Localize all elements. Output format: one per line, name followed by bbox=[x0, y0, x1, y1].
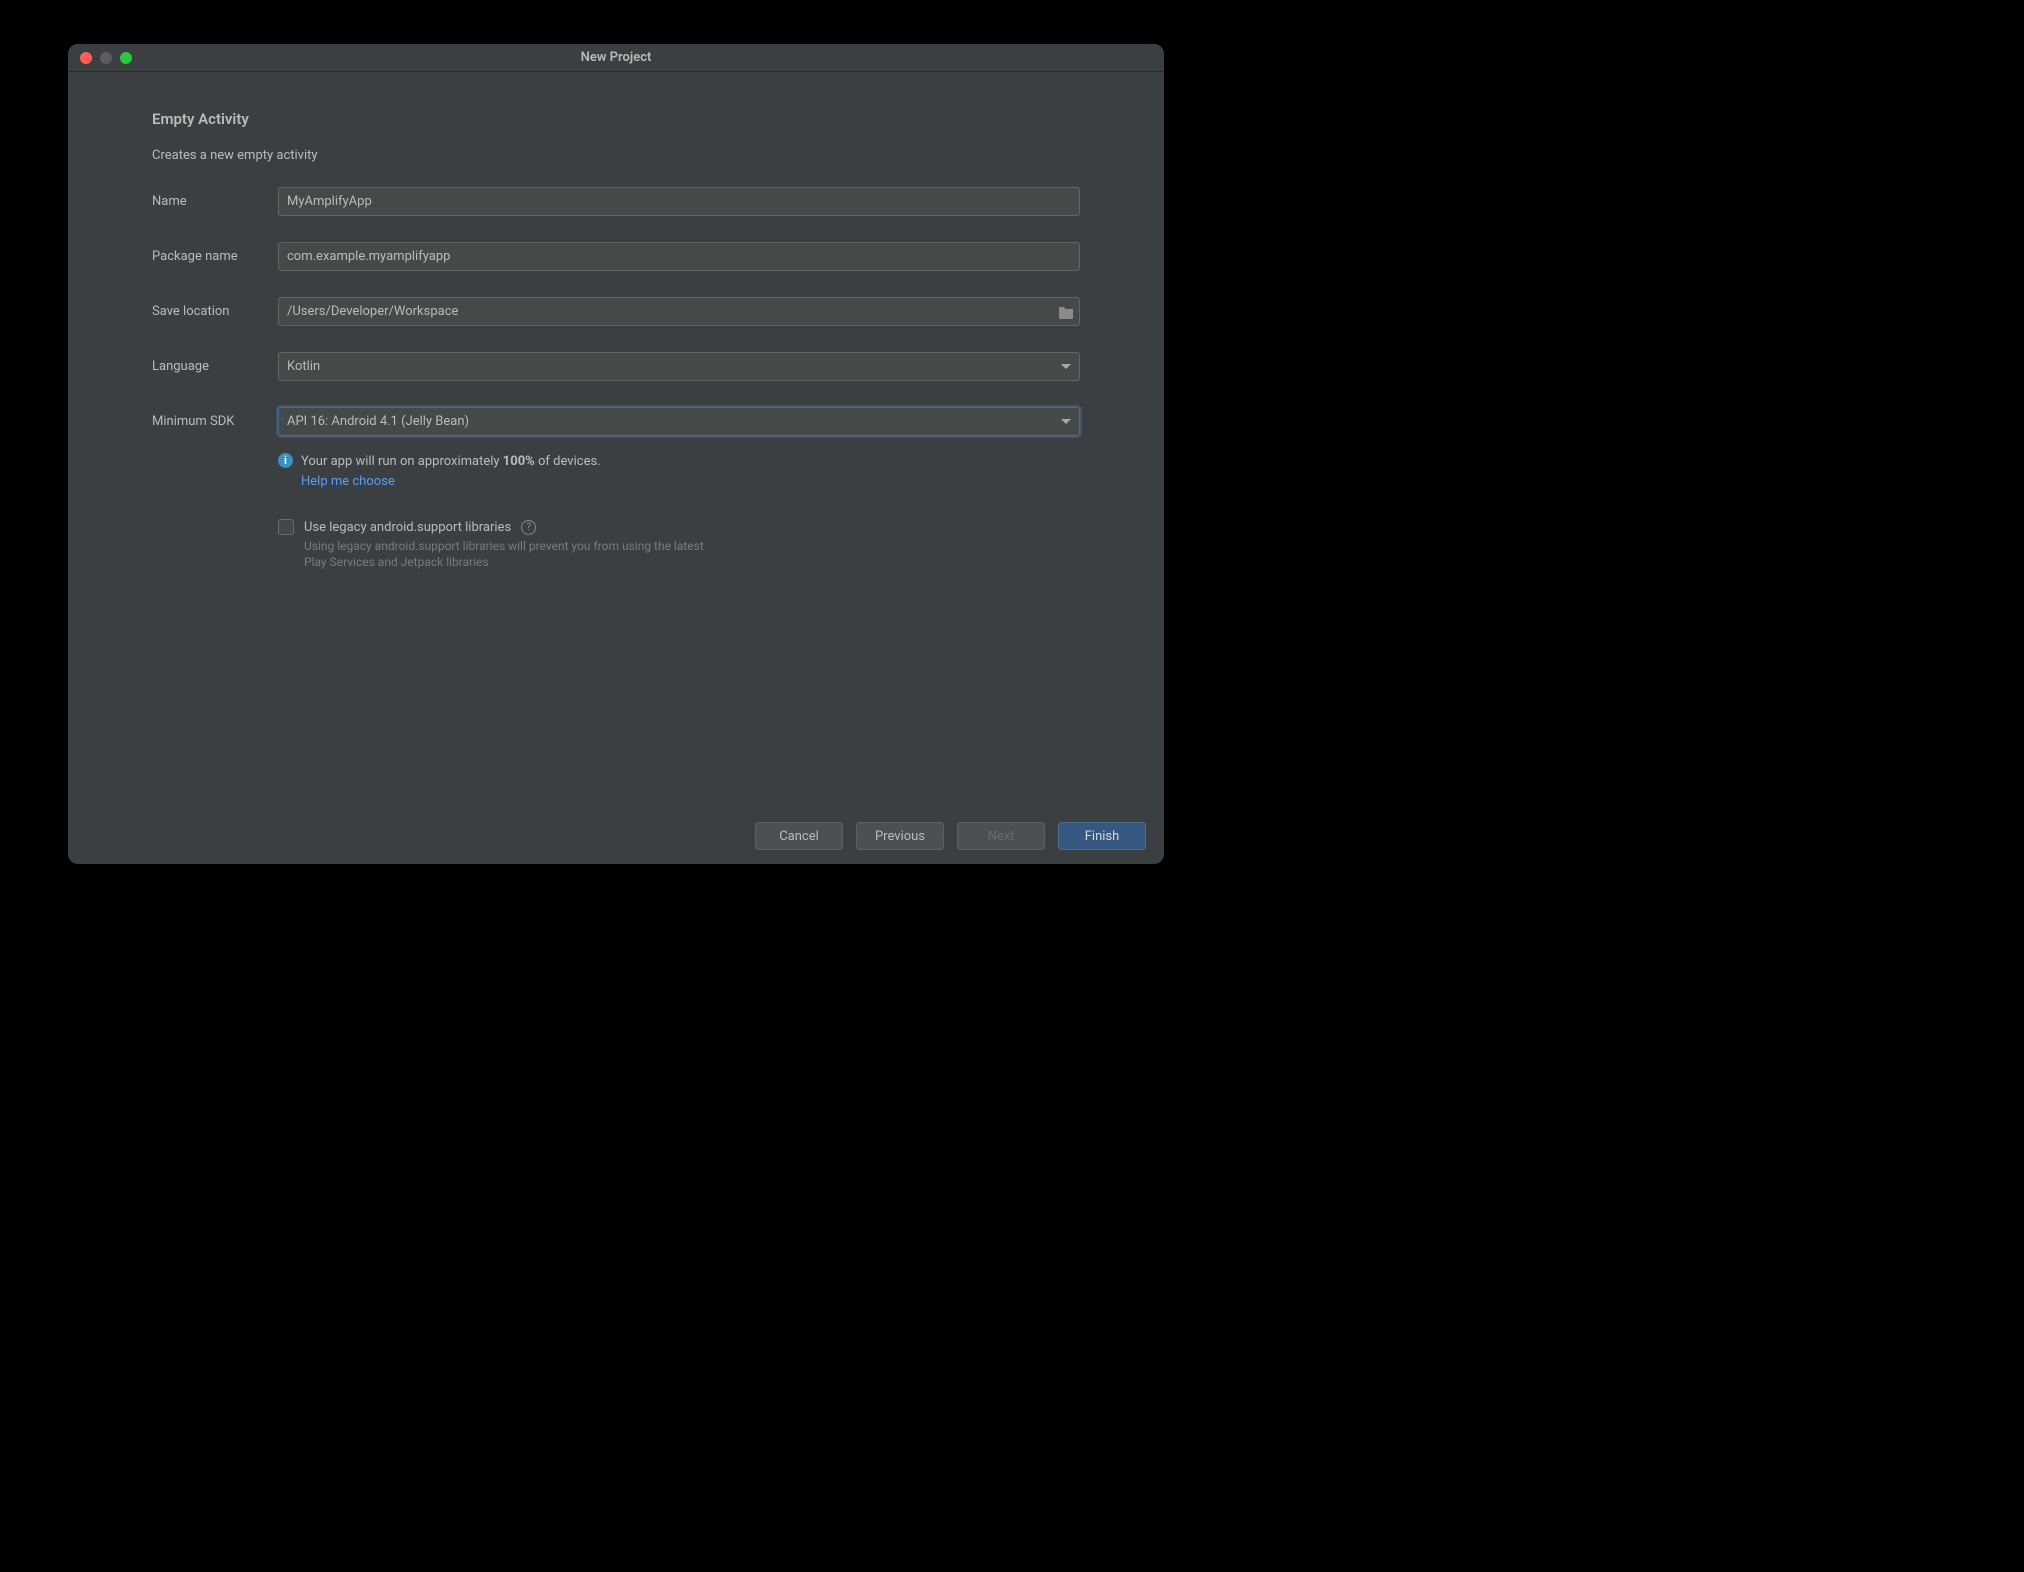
package-input[interactable] bbox=[278, 242, 1080, 271]
sdk-info-row: i Your app will run on approximately 100… bbox=[278, 452, 1080, 491]
form-row-name: Name bbox=[152, 187, 1080, 216]
dialog-content: Empty Activity Creates a new empty activ… bbox=[68, 72, 1164, 807]
minimum-sdk-value: API 16: Android 4.1 (Jelly Bean) bbox=[287, 414, 469, 429]
cancel-button[interactable]: Cancel bbox=[755, 822, 843, 850]
window-title: New Project bbox=[68, 50, 1164, 65]
language-label: Language bbox=[152, 359, 278, 374]
help-me-choose-link[interactable]: Help me choose bbox=[301, 472, 601, 492]
maximize-icon[interactable] bbox=[120, 52, 132, 64]
folder-icon[interactable] bbox=[1058, 305, 1074, 319]
legacy-checkbox-label: Use legacy android.support libraries bbox=[304, 520, 511, 535]
sdk-info-text: Your app will run on approximately 100% … bbox=[301, 452, 601, 491]
save-location-label: Save location bbox=[152, 304, 278, 319]
page-heading: Empty Activity bbox=[152, 110, 1080, 128]
page-description: Creates a new empty activity bbox=[152, 148, 1080, 163]
close-icon[interactable] bbox=[80, 52, 92, 64]
new-project-window: New Project Empty Activity Creates a new… bbox=[68, 44, 1164, 864]
next-button: Next bbox=[957, 822, 1045, 850]
form-row-save-location: Save location bbox=[152, 297, 1080, 326]
name-input[interactable] bbox=[278, 187, 1080, 216]
minimize-icon[interactable] bbox=[100, 52, 112, 64]
chevron-down-icon bbox=[1061, 419, 1071, 424]
form-row-minimum-sdk: Minimum SDK API 16: Android 4.1 (Jelly B… bbox=[152, 407, 1080, 436]
legacy-hint: Using legacy android.support libraries w… bbox=[304, 539, 724, 570]
previous-button[interactable]: Previous bbox=[856, 822, 944, 850]
form-row-language: Language Kotlin bbox=[152, 352, 1080, 381]
info-icon: i bbox=[278, 453, 293, 468]
legacy-checkbox[interactable] bbox=[278, 519, 294, 535]
minimum-sdk-select[interactable]: API 16: Android 4.1 (Jelly Bean) bbox=[278, 407, 1080, 436]
save-location-input[interactable] bbox=[278, 297, 1080, 326]
package-label: Package name bbox=[152, 249, 278, 264]
form-row-package: Package name bbox=[152, 242, 1080, 271]
language-select[interactable]: Kotlin bbox=[278, 352, 1080, 381]
legacy-checkbox-row: Use legacy android.support libraries ? bbox=[278, 519, 1080, 535]
minimum-sdk-label: Minimum SDK bbox=[152, 414, 278, 429]
dialog-footer: Cancel Previous Next Finish bbox=[68, 807, 1164, 864]
language-value: Kotlin bbox=[287, 359, 320, 374]
chevron-down-icon bbox=[1061, 364, 1071, 369]
help-icon[interactable]: ? bbox=[521, 520, 536, 535]
name-label: Name bbox=[152, 194, 278, 209]
titlebar: New Project bbox=[68, 44, 1164, 72]
finish-button[interactable]: Finish bbox=[1058, 822, 1146, 850]
traffic-lights bbox=[80, 52, 132, 64]
